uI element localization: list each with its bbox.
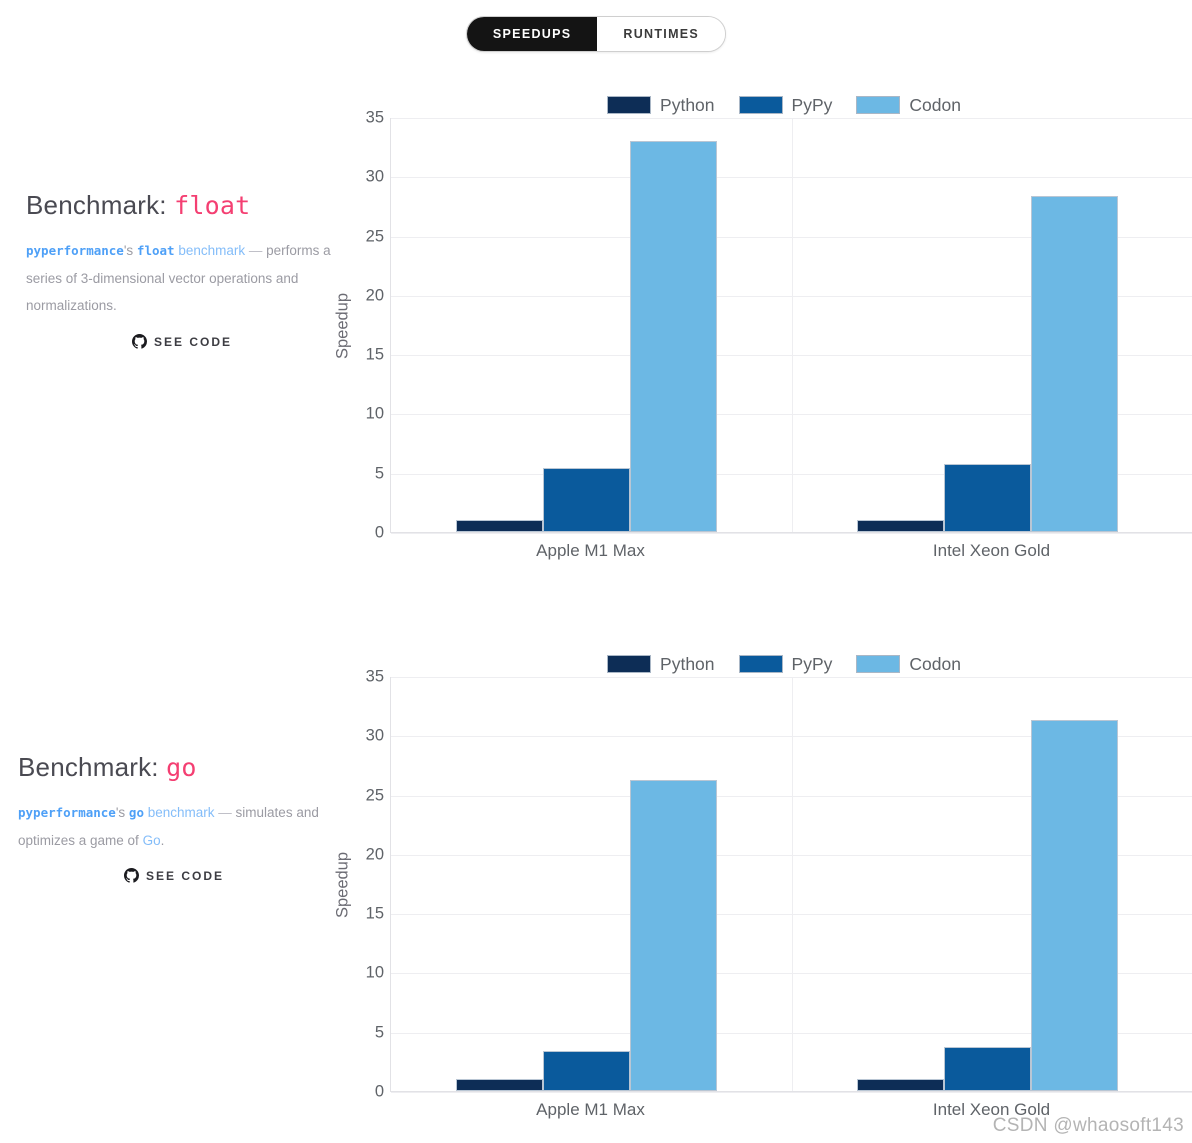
view-mode-toggle-container: SPEEDUPS RUNTIMES bbox=[0, 16, 1192, 52]
legend-item-codon[interactable]: Codon bbox=[856, 654, 961, 675]
bar-codon-1[interactable] bbox=[1030, 196, 1118, 532]
legend-swatch-codon-icon bbox=[856, 96, 901, 114]
legend-swatch-pypy-icon bbox=[738, 96, 783, 114]
bar-pypy-0[interactable] bbox=[543, 467, 631, 532]
page-title-2: Benchmark: go bbox=[18, 752, 330, 783]
y-tick-label: 20 bbox=[365, 845, 384, 864]
see-code-label: SEE CODE bbox=[153, 334, 232, 349]
y-tick-label: 25 bbox=[365, 227, 384, 246]
y-tick-label: 5 bbox=[374, 464, 384, 483]
plot-area bbox=[390, 118, 1192, 534]
legend-swatch-python-icon bbox=[607, 96, 652, 114]
y-tick-label: 10 bbox=[365, 963, 384, 982]
benchmark-title-prefix-2: Benchmark: bbox=[18, 752, 167, 782]
y-tick-label: 35 bbox=[365, 667, 384, 686]
group-separator bbox=[791, 118, 793, 532]
legend-item-python[interactable]: Python bbox=[607, 94, 715, 116]
legend-item-python[interactable]: Python bbox=[607, 653, 715, 675]
benchmark-page: SPEEDUPS RUNTIMES Benchmark: float pyper… bbox=[0, 0, 1192, 1143]
legend-label: Codon bbox=[909, 94, 961, 115]
desc-possessive-2: 's bbox=[115, 805, 129, 820]
see-code-label-2: SEE CODE bbox=[145, 868, 224, 883]
bar-pypy-0[interactable] bbox=[543, 1050, 631, 1091]
bar-codon-1[interactable] bbox=[1030, 719, 1118, 1091]
benchmark-word-link[interactable]: benchmark bbox=[175, 243, 245, 258]
legend-label: PyPy bbox=[791, 653, 833, 674]
y-tick-label: 30 bbox=[365, 167, 384, 186]
page-title: Benchmark: float bbox=[26, 190, 338, 221]
chart-legend-2: Python PyPy Codon bbox=[390, 651, 1192, 677]
y-axis-label-box: Speedup bbox=[330, 118, 356, 533]
plot-area-2 bbox=[390, 677, 1192, 1093]
bar-codon-0[interactable] bbox=[630, 140, 718, 532]
desc-period: . bbox=[160, 832, 165, 848]
legend-item-codon[interactable]: Codon bbox=[856, 95, 961, 116]
legend-label: Codon bbox=[909, 653, 961, 674]
y-tick-label: 15 bbox=[365, 345, 384, 364]
y-axis-label-box-2: Speedup bbox=[330, 677, 356, 1092]
legend-item-pypy[interactable]: PyPy bbox=[738, 94, 833, 116]
benchmark-name-link-2[interactable]: go bbox=[129, 805, 144, 820]
y-tick-label: 10 bbox=[365, 404, 384, 423]
group-separator bbox=[791, 677, 793, 1091]
bar-pypy-1[interactable] bbox=[943, 464, 1031, 532]
see-code-button-2[interactable]: SEE CODE bbox=[18, 868, 330, 883]
pyperformance-link-2[interactable]: pyperformance bbox=[18, 805, 116, 820]
y-axis-label-2: Speedup bbox=[333, 851, 352, 918]
bar-python-0[interactable] bbox=[456, 1079, 544, 1091]
speedup-chart-float: Python PyPy Codon Speedup 0 5 10 15 20 25 30 35 A… bbox=[330, 92, 1192, 567]
y-tick-label: 35 bbox=[365, 108, 384, 127]
y-tick-label: 20 bbox=[365, 286, 384, 305]
bar-python-1[interactable] bbox=[856, 1079, 944, 1091]
x-tick-label: Intel Xeon Gold bbox=[932, 541, 1051, 560]
tab-runtimes[interactable]: RUNTIMES bbox=[597, 17, 726, 51]
go-game-link[interactable]: Go bbox=[143, 833, 161, 848]
github-icon bbox=[131, 334, 147, 349]
legend-label: Python bbox=[660, 653, 715, 674]
legend-label: PyPy bbox=[791, 94, 833, 115]
github-icon bbox=[123, 868, 139, 883]
bar-python-1[interactable] bbox=[856, 520, 944, 532]
legend-swatch-codon-icon bbox=[856, 655, 901, 673]
x-tick-label: Apple M1 Max bbox=[536, 1100, 645, 1119]
y-tick-label: 15 bbox=[365, 904, 384, 923]
view-mode-toggle[interactable]: SPEEDUPS RUNTIMES bbox=[465, 16, 727, 52]
x-tick-label: Apple M1 Max bbox=[536, 541, 645, 560]
y-tick-label: 5 bbox=[374, 1023, 384, 1042]
see-code-button[interactable]: SEE CODE bbox=[26, 334, 338, 349]
benchmark-title-name: float bbox=[174, 191, 251, 220]
y-tick-label: 30 bbox=[365, 726, 384, 745]
legend-item-pypy[interactable]: PyPy bbox=[738, 653, 833, 675]
y-axis-label: Speedup bbox=[333, 292, 352, 359]
chart-legend: Python PyPy Codon bbox=[390, 92, 1192, 118]
x-axis-labels: Apple M1 Max Intel Xeon Gold bbox=[390, 533, 1192, 567]
benchmark-info-go: Benchmark: go pyperformance's go benchma… bbox=[18, 752, 330, 883]
legend-label: Python bbox=[660, 94, 715, 115]
desc-possessive: 's bbox=[123, 243, 137, 258]
benchmark-description: pyperformance's float benchmark — perfor… bbox=[26, 237, 338, 320]
benchmark-title-prefix: Benchmark: bbox=[26, 190, 175, 220]
legend-swatch-python-icon bbox=[607, 655, 652, 673]
watermark: CSDN @whaosoft143 bbox=[992, 1115, 1184, 1136]
y-axis-ticks: 0 5 10 15 20 25 30 35 bbox=[356, 109, 390, 542]
benchmark-name-link[interactable]: float bbox=[137, 243, 175, 258]
benchmark-description-2: pyperformance's go benchmark — simulates… bbox=[18, 799, 330, 854]
desc-dash: — bbox=[245, 243, 267, 258]
desc-dash-2: — bbox=[214, 805, 236, 820]
tab-speedups[interactable]: SPEEDUPS bbox=[466, 17, 598, 51]
benchmark-info-float: Benchmark: float pyperformance's float b… bbox=[26, 190, 338, 349]
legend-swatch-pypy-icon bbox=[738, 655, 783, 673]
y-tick-label: 0 bbox=[374, 523, 384, 542]
y-axis-ticks-2: 0 5 10 15 20 25 30 35 bbox=[356, 668, 390, 1101]
y-tick-label: 0 bbox=[374, 1082, 384, 1101]
pyperformance-link[interactable]: pyperformance bbox=[26, 243, 124, 258]
speedup-chart-go: Python PyPy Codon Speedup 0 5 10 15 20 25 30 35 A… bbox=[330, 651, 1192, 1126]
benchmark-title-name-2: go bbox=[166, 753, 197, 782]
bar-pypy-1[interactable] bbox=[943, 1047, 1031, 1091]
bar-python-0[interactable] bbox=[456, 520, 544, 532]
bar-codon-0[interactable] bbox=[630, 780, 718, 1091]
y-tick-label: 25 bbox=[365, 786, 384, 805]
benchmark-word-link-2[interactable]: benchmark bbox=[144, 805, 215, 820]
